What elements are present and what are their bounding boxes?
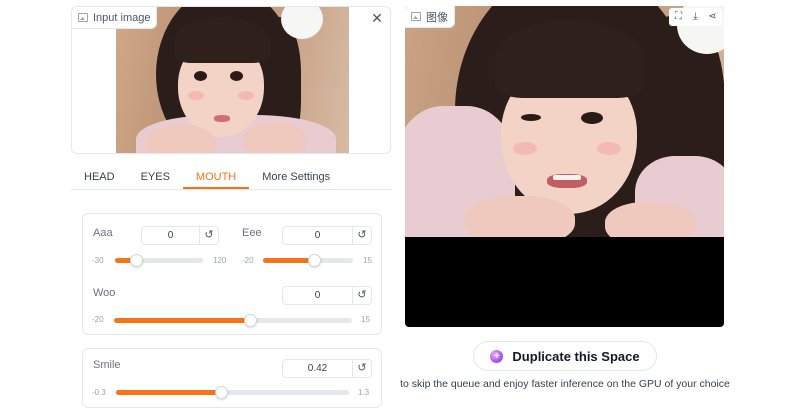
aaa-min: -30 — [92, 256, 104, 265]
output-image-panel: 图像 ⛶ ⤓ ⋖ — [405, 6, 724, 327]
woo-value[interactable]: 0 — [283, 287, 352, 304]
woo-number-input: 0 ↺ — [282, 286, 372, 305]
tab-mouth[interactable]: MOUTH — [182, 166, 250, 189]
image-icon — [78, 13, 88, 22]
input-image-label: Input image — [93, 11, 151, 24]
smile-max: 1.3 — [358, 388, 370, 397]
woo-slider-thumb[interactable] — [244, 314, 257, 327]
close-icon[interactable]: ✕ — [368, 9, 386, 27]
share-icon[interactable]: ⋖ — [705, 8, 720, 26]
smile-slider-panel: Smile 0.42 ↺ -0.3 1.3 — [82, 348, 382, 408]
aaa-label: Aaa — [93, 227, 113, 239]
smile-reset-icon[interactable]: ↺ — [352, 360, 371, 377]
aaa-slider[interactable] — [115, 254, 203, 267]
output-photo — [405, 6, 724, 237]
duplicate-hint: to skip the queue and enjoy faster infer… — [400, 378, 730, 390]
smile-value[interactable]: 0.42 — [283, 360, 352, 377]
input-image-label-tag: Input image — [72, 7, 158, 29]
fullscreen-icon[interactable]: ⛶ — [671, 8, 686, 26]
eee-label: Eee — [242, 227, 262, 239]
input-photo — [116, 7, 349, 153]
aaa-slider-thumb[interactable] — [130, 254, 143, 267]
smile-slider[interactable] — [116, 386, 349, 399]
eee-max: 15 — [363, 256, 372, 265]
smile-slider-thumb[interactable] — [215, 386, 228, 399]
woo-reset-icon[interactable]: ↺ — [352, 287, 371, 304]
output-toolbar: ⛶ ⤓ ⋖ — [669, 8, 722, 26]
tab-eyes[interactable]: EYES — [128, 166, 183, 189]
eee-value[interactable]: 0 — [283, 227, 352, 244]
duplicate-space-label: Duplicate this Space — [512, 348, 640, 364]
smile-label: Smile — [93, 359, 121, 371]
smile-min: -0.3 — [92, 388, 106, 397]
woo-slider[interactable] — [114, 314, 352, 327]
eee-reset-icon[interactable]: ↺ — [352, 227, 371, 244]
eee-slider[interactable] — [263, 254, 353, 267]
feature-tabs: HEAD EYES MOUTH More Settings — [71, 166, 391, 190]
tab-head[interactable]: HEAD — [71, 166, 128, 189]
smile-number-input: 0.42 ↺ — [282, 359, 372, 378]
eee-slider-thumb[interactable] — [308, 254, 321, 267]
tab-more-settings[interactable]: More Settings — [249, 166, 343, 189]
woo-min: -20 — [92, 315, 104, 324]
input-image-panel[interactable]: Input image ✕ — [71, 6, 391, 154]
eee-min: -20 — [242, 256, 254, 265]
aaa-number-input: 0 ↺ — [141, 226, 219, 245]
aaa-reset-icon[interactable]: ↺ — [199, 227, 218, 244]
woo-label: Woo — [93, 287, 116, 299]
eee-number-input: 0 ↺ — [282, 226, 372, 245]
woo-max: 15 — [361, 315, 370, 324]
mouth-sliders-panel: Aaa 0 ↺ -30 120 Eee 0 ↺ -20 15 Woo 0 ↺ -… — [82, 213, 382, 335]
download-icon[interactable]: ⤓ — [688, 8, 703, 26]
duplicate-icon — [490, 349, 504, 363]
output-image-label-tag: 图像 — [405, 6, 455, 28]
aaa-max: 120 — [213, 256, 227, 265]
output-image-label: 图像 — [426, 11, 448, 24]
aaa-value[interactable]: 0 — [142, 227, 199, 244]
image-icon — [411, 12, 421, 21]
duplicate-space-button[interactable]: Duplicate this Space — [473, 341, 657, 371]
